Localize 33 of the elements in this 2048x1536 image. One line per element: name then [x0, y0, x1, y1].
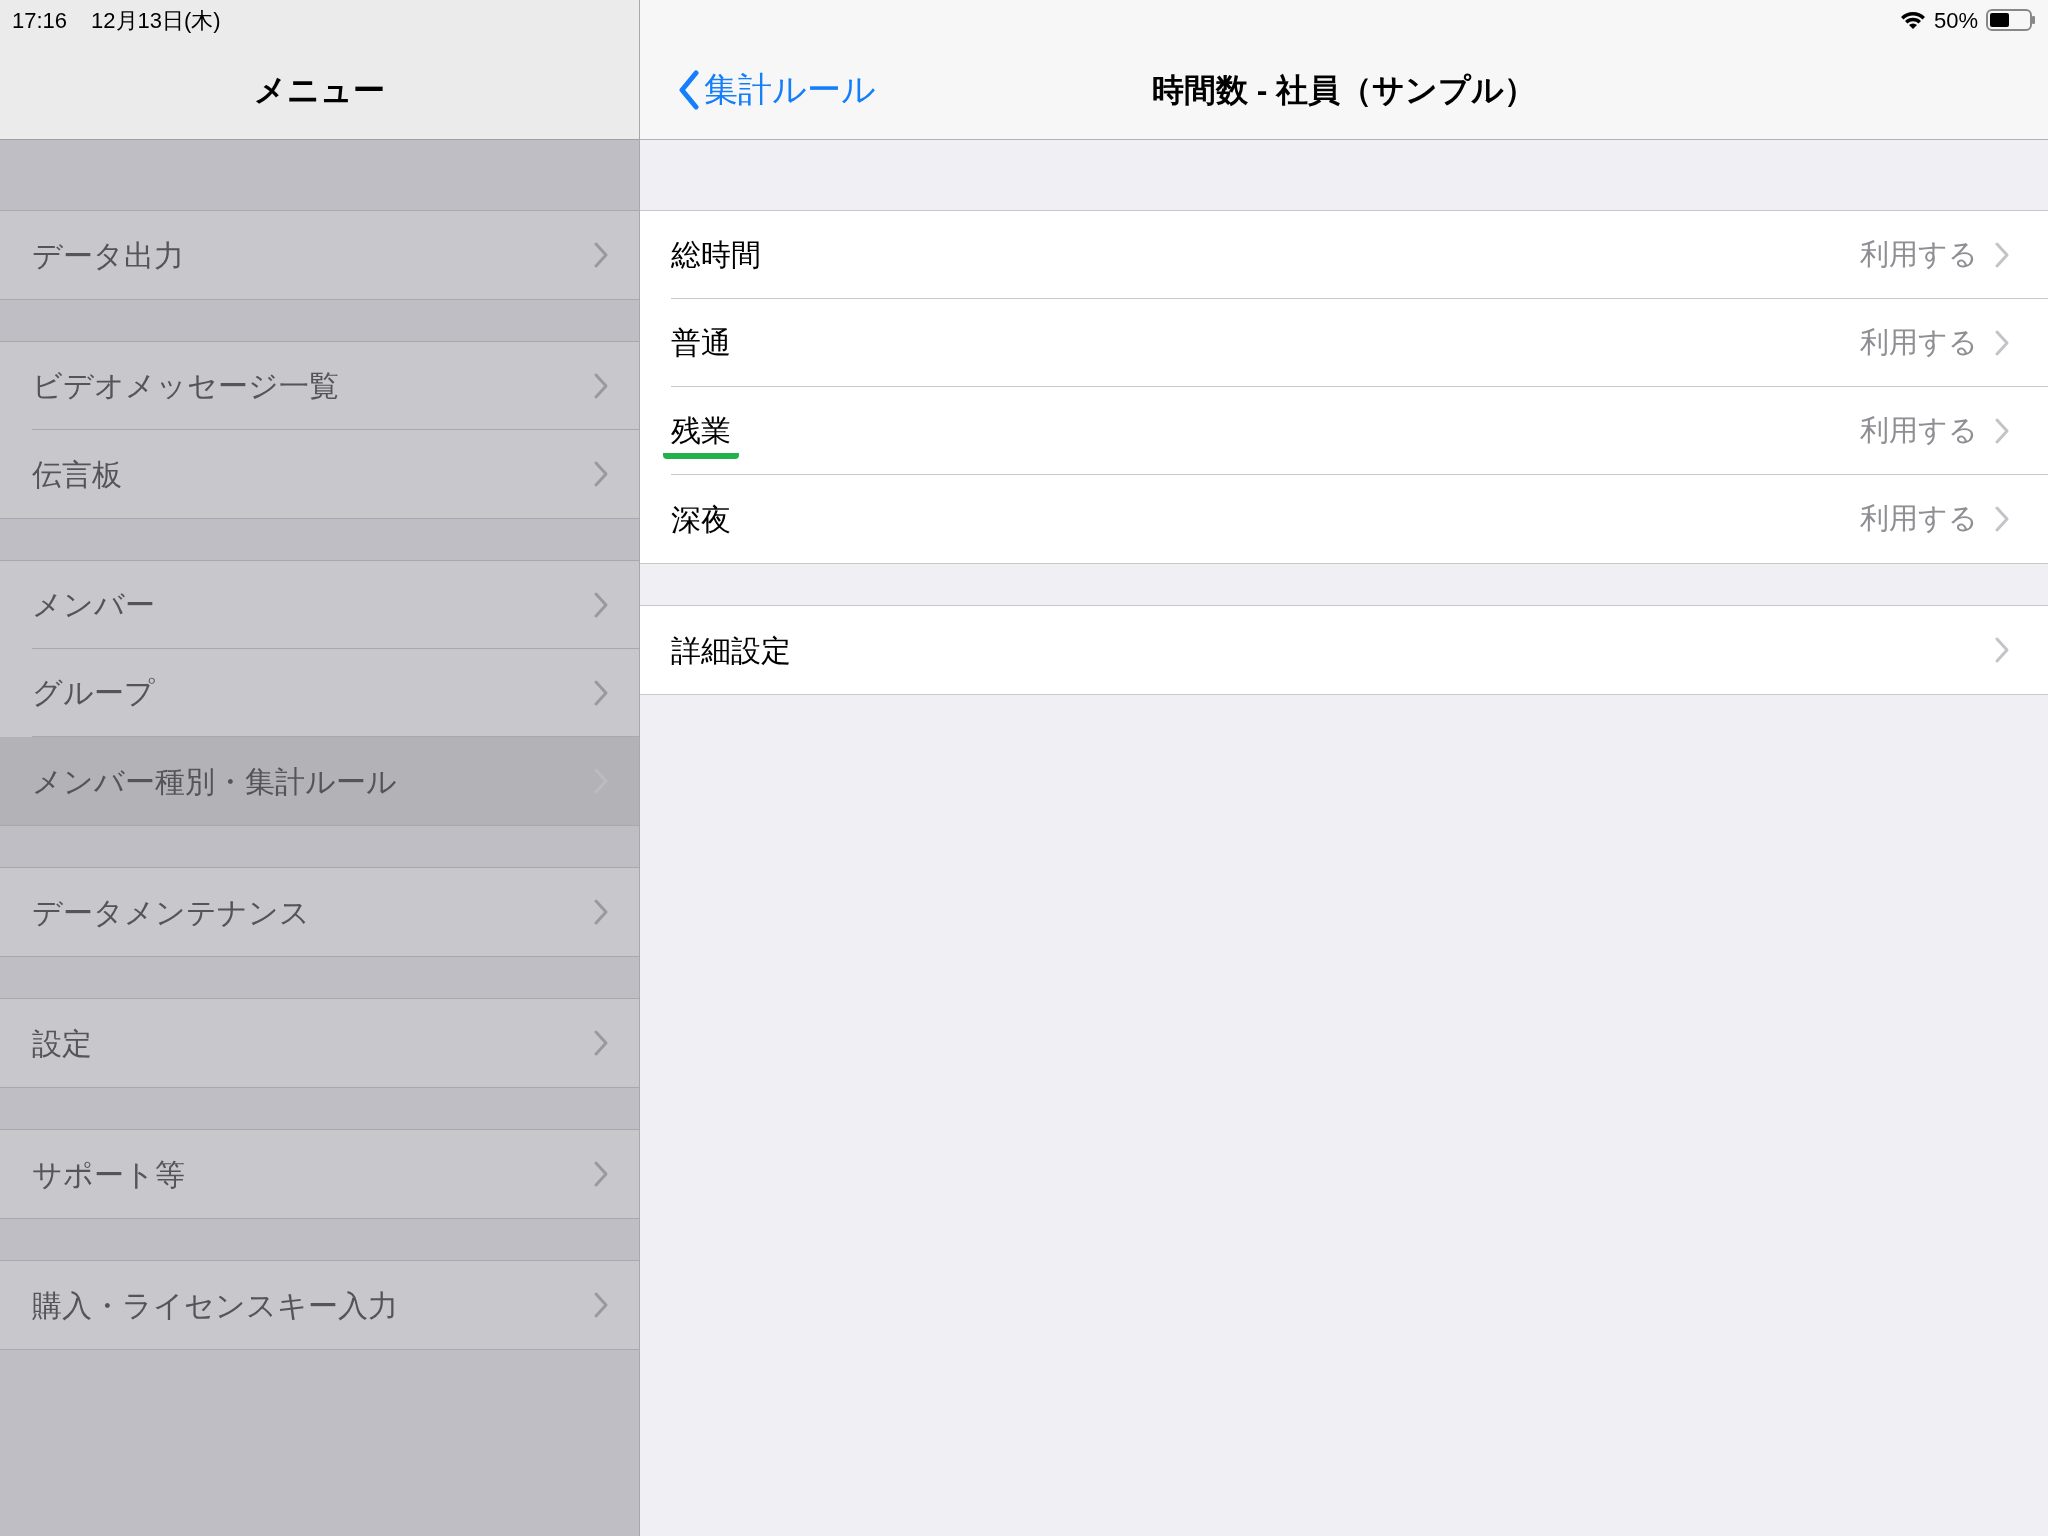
page-title: 時間数 - 社員（サンプル） — [1151, 70, 1537, 110]
status-time: 17:16 — [12, 6, 68, 35]
chevron-icon — [1994, 240, 2010, 269]
chevron-icon — [1994, 328, 2010, 357]
chevron-icon — [593, 1029, 609, 1057]
battery-percentage: 50% — [1933, 6, 1978, 35]
menu-item[interactable]: グループ — [0, 649, 639, 737]
back-chevron-icon — [678, 69, 700, 110]
chevron-icon — [593, 590, 609, 619]
sidebar-title: メニュー — [254, 70, 385, 110]
menu-item[interactable]: メンバー — [0, 561, 639, 649]
chevron-icon — [593, 241, 609, 269]
menu-item[interactable]: データメンテナンス — [0, 868, 639, 956]
chevron-icon — [593, 371, 609, 400]
menu-item[interactable]: 設定 — [0, 999, 639, 1087]
chevron-icon — [593, 898, 609, 926]
battery-icon — [1986, 9, 2036, 31]
wifi-icon — [1899, 10, 1926, 30]
chevron-icon — [593, 1291, 609, 1319]
menu-item[interactable]: メンバー種別・集計ルール — [0, 737, 639, 825]
menu-item[interactable]: データ出力 — [0, 211, 639, 299]
menu-item[interactable]: ビデオメッセージ一覧 — [0, 342, 639, 430]
menu-item[interactable]: サポート等 — [0, 1130, 639, 1218]
chevron-icon — [1994, 636, 2010, 664]
menu-item[interactable]: 伝言板 — [0, 430, 639, 518]
chevron-icon — [593, 678, 609, 707]
back-button[interactable]: 集計ルール — [640, 64, 876, 115]
menu-item[interactable]: 購入・ライセンスキー入力 — [0, 1261, 639, 1349]
chevron-icon — [1994, 416, 2010, 445]
chevron-icon — [593, 460, 609, 488]
chevron-icon — [593, 1160, 609, 1188]
chevron-icon — [1994, 505, 2010, 533]
status-date: 12月13日(木) — [91, 6, 221, 35]
